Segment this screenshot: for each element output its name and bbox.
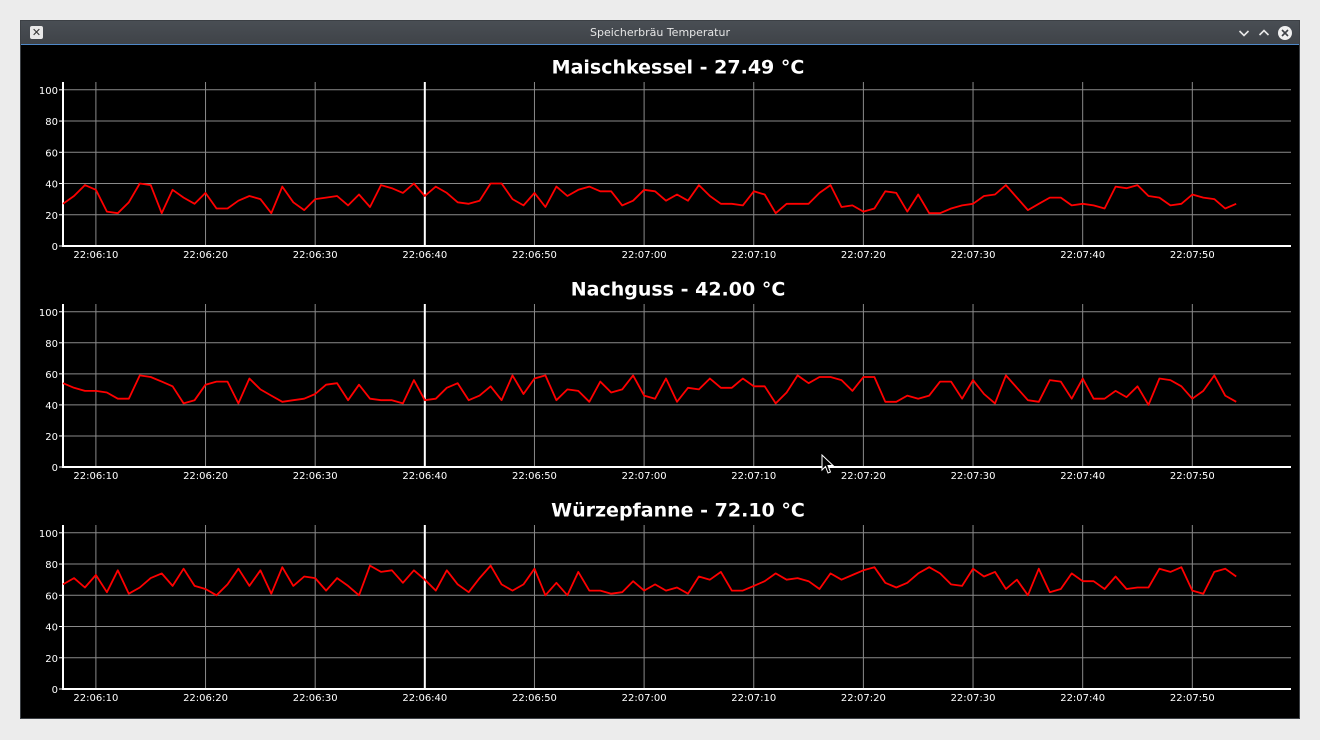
x-tick-label: 22:06:40: [402, 250, 447, 261]
x-tick-label: 22:07:00: [622, 471, 667, 482]
x-tick-label: 22:06:40: [402, 471, 447, 482]
y-tick-label: 20: [45, 654, 58, 665]
x-tick-label: 22:07:50: [1170, 693, 1215, 704]
x-tick-label: 22:07:50: [1170, 250, 1215, 261]
x-tick-label: 22:07:20: [841, 250, 886, 261]
x-tick-label: 22:06:20: [183, 471, 228, 482]
y-tick-label: 20: [45, 211, 58, 222]
y-tick-label: 100: [39, 86, 58, 97]
x-tick-label: 22:07:10: [731, 250, 776, 261]
x-tick-label: 22:07:30: [951, 471, 996, 482]
y-tick-label: 40: [45, 180, 58, 191]
x-tick-label: 22:06:50: [512, 250, 557, 261]
chart-title: Maischkessel - 27.49 °C: [552, 57, 805, 79]
y-tick-label: 60: [45, 148, 58, 159]
maximize-icon[interactable]: [1256, 25, 1272, 41]
y-tick-label: 100: [39, 529, 58, 540]
charts-canvas: Maischkessel - 27.49 °C 0 20 40 60 80 100 22:06…: [39, 57, 1291, 704]
chart-title: Nachguss - 42.00 °C: [571, 279, 786, 301]
x-tick-label: 22:07:40: [1060, 471, 1105, 482]
app-window: ✕ Speicherbräu Temperatur Maischkessel -…: [20, 20, 1300, 719]
chart-title: Würzepfanne - 72.10 °C: [551, 500, 805, 522]
y-tick-label: 80: [45, 117, 58, 128]
x-tick-label: 22:07:00: [622, 250, 667, 261]
x-tick-label: 22:07:30: [951, 250, 996, 261]
y-tick-label: 40: [45, 401, 58, 412]
x-tick-label: 22:06:10: [73, 693, 118, 704]
y-tick-label: 40: [45, 623, 58, 634]
close-icon[interactable]: [1277, 25, 1293, 41]
y-tick-label: 80: [45, 560, 58, 571]
x-tick-label: 22:06:10: [73, 250, 118, 261]
y-tick-label: 0: [52, 242, 58, 253]
chart-2: Nachguss - 42.00 °C 0 20 40 60 80 100 22:06:10 2…: [39, 279, 1291, 482]
temperature-series-line: [62, 374, 1237, 406]
x-tick-label: 22:07:50: [1170, 471, 1215, 482]
y-tick-label: 20: [45, 432, 58, 443]
y-tick-label: 60: [45, 370, 58, 381]
x-tick-label: 22:07:40: [1060, 250, 1105, 261]
x-tick-label: 22:07:20: [841, 693, 886, 704]
y-tick-label: 100: [39, 308, 58, 319]
y-tick-label: 60: [45, 591, 58, 602]
x-tick-label: 22:06:50: [512, 693, 557, 704]
y-tick-label: 0: [52, 463, 58, 474]
minimize-icon[interactable]: [1236, 25, 1252, 41]
plot-area: Maischkessel - 27.49 °C 0 20 40 60 80 100 22:06…: [26, 46, 1294, 716]
y-tick-label: 80: [45, 339, 58, 350]
x-tick-label: 22:07:40: [1060, 693, 1105, 704]
x-tick-label: 22:06:50: [512, 471, 557, 482]
chart-1: Maischkessel - 27.49 °C 0 20 40 60 80 100 22:06…: [39, 57, 1291, 261]
x-tick-label: 22:06:10: [73, 471, 118, 482]
window-title: Speicherbräu Temperatur: [590, 26, 730, 39]
temperature-series-line: [62, 564, 1237, 597]
x-tick-label: 22:06:20: [183, 250, 228, 261]
x-tick-label: 22:06:30: [293, 471, 338, 482]
x-tick-label: 22:06:20: [183, 693, 228, 704]
x-tick-label: 22:07:10: [731, 693, 776, 704]
y-tick-label: 0: [52, 685, 58, 696]
x-tick-label: 22:07:10: [731, 471, 776, 482]
x-tick-label: 22:06:30: [293, 693, 338, 704]
x-tick-label: 22:07:20: [841, 471, 886, 482]
title-bar[interactable]: ✕ Speicherbräu Temperatur: [21, 21, 1299, 45]
x-tick-label: 22:07:00: [622, 693, 667, 704]
x-tick-label: 22:06:40: [402, 693, 447, 704]
chart-3: Würzepfanne - 72.10 °C 0 20 40 60 80 100 22:06:…: [39, 500, 1291, 704]
temperature-series-line: [62, 182, 1237, 215]
mouse-cursor-icon: [821, 454, 835, 474]
x-tick-label: 22:07:30: [951, 693, 996, 704]
x-tick-label: 22:06:30: [293, 250, 338, 261]
